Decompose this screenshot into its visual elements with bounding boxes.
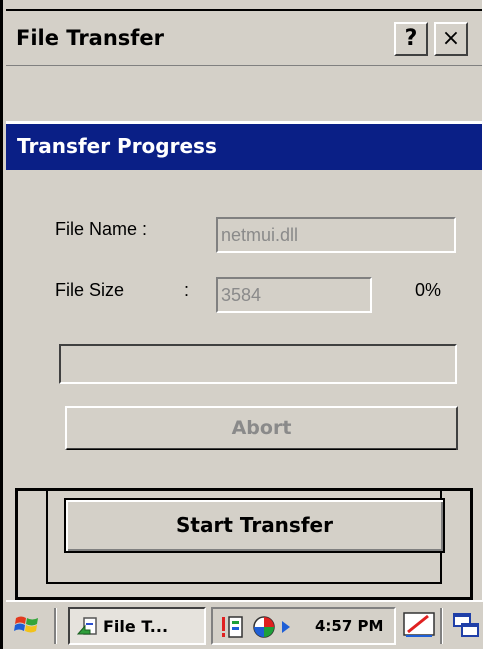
system-tray: 4:57 PM — [211, 607, 396, 645]
app-window: File Transfer ? × Transfer Progress File… — [0, 0, 483, 649]
section-header: Transfer Progress — [6, 124, 482, 170]
percent-label: 0% — [415, 280, 442, 300]
file-size-colon: : — [184, 280, 190, 300]
windows-start-icon[interactable] — [14, 612, 40, 638]
arrow-icon[interactable] — [281, 620, 291, 634]
transfer-progress-bar — [59, 344, 457, 384]
file-name-label: File Name : — [55, 219, 148, 239]
file-size-field[interactable]: 3584 — [216, 277, 372, 313]
taskbar: File T... 4:57 PM — [6, 600, 483, 649]
start-transfer-button[interactable]: Start Transfer — [64, 498, 445, 553]
divider — [54, 608, 57, 644]
alert-icon[interactable] — [219, 615, 245, 639]
abort-button[interactable]: Abort — [65, 406, 458, 450]
file-transfer-icon — [76, 617, 97, 635]
taskbar-task-label: File T... — [103, 617, 169, 636]
window-title: File Transfer — [16, 26, 165, 50]
pen-icon[interactable] — [402, 610, 436, 640]
file-size-label: File Size — [55, 280, 125, 300]
section-title: Transfer Progress — [17, 134, 217, 158]
clock[interactable]: 4:57 PM — [315, 617, 383, 635]
help-button[interactable]: ? — [394, 22, 428, 56]
divider — [440, 608, 443, 644]
taskbar-file-transfer-button[interactable]: File T... — [68, 607, 206, 645]
close-button[interactable]: × — [434, 22, 468, 56]
title-bar: File Transfer ? × — [6, 9, 482, 65]
network-icon[interactable] — [251, 615, 277, 639]
file-name-field[interactable]: netmui.dll — [216, 217, 456, 253]
menu-band — [6, 66, 482, 122]
desktop-icon[interactable] — [452, 610, 482, 640]
